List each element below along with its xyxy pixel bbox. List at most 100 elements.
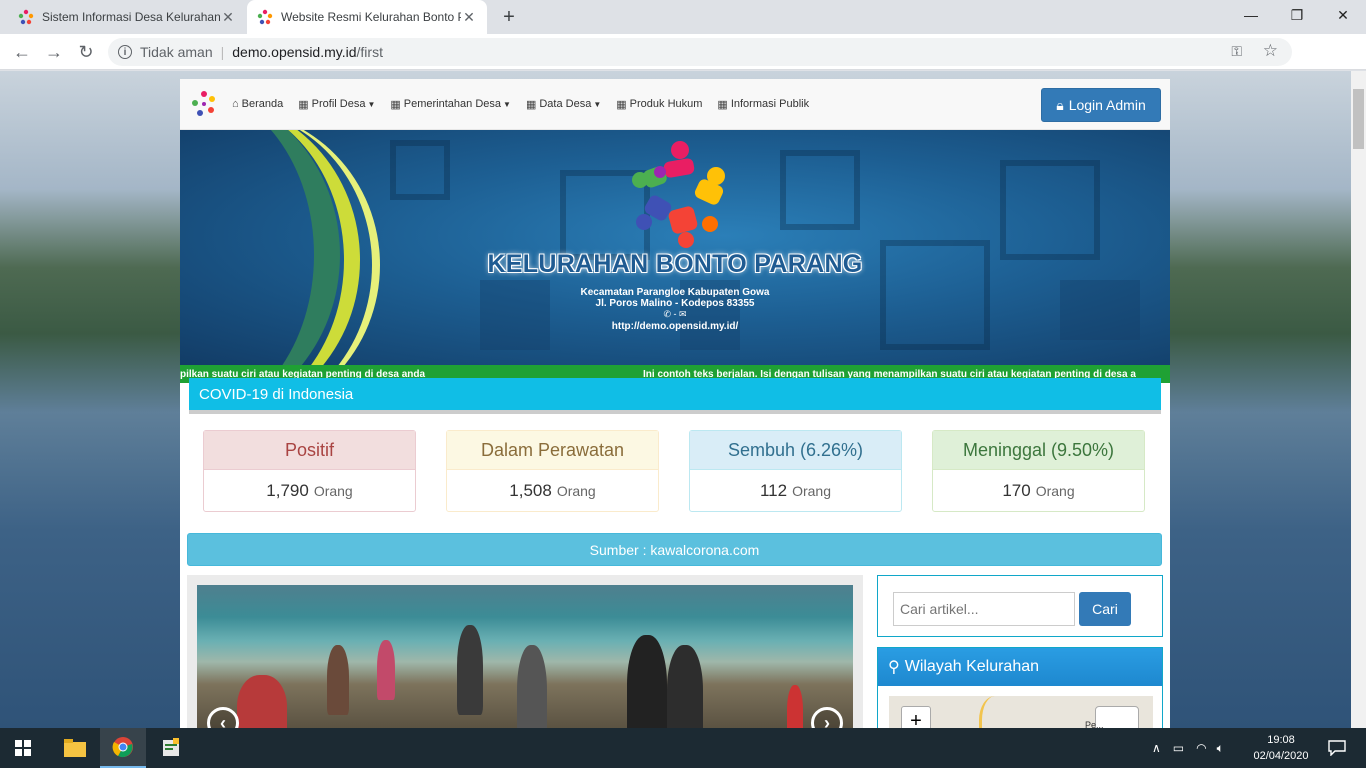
covid-card-meninggal: Meninggal (9.50%) 170 Orang: [932, 430, 1145, 512]
url-host: demo.opensid.my.id: [232, 44, 357, 60]
village-title: KELURAHAN BONTO PARANG: [487, 250, 863, 278]
th-icon: ▦: [390, 98, 401, 111]
login-admin-button[interactable]: 🔒︎ Login Admin: [1041, 88, 1161, 122]
address-bar[interactable]: i Tidak aman | demo.opensid.my.id/first …: [108, 38, 1292, 66]
village-website[interactable]: http://demo.opensid.my.id/: [180, 321, 1170, 332]
home-icon: ⌂: [232, 98, 239, 110]
covid-panel-heading: COVID-19 di Indonesia: [189, 378, 1161, 414]
map-marker-icon: ⚲: [888, 659, 900, 676]
minimize-button[interactable]: —: [1228, 0, 1274, 30]
covid-card-positif: Positif 1,790 Orang: [203, 430, 416, 512]
photo-figure: [327, 645, 349, 715]
photo-figure: [627, 635, 667, 728]
nav-beranda[interactable]: ⌂ Beranda: [232, 98, 283, 111]
battery-icon[interactable]: ▭: [1173, 741, 1184, 755]
page-container: ⌂ Beranda ▦ Profil Desa ▼ ▦ Pemerintahan Des…: [180, 79, 1170, 728]
photo-figure: [377, 640, 395, 700]
card-unit: Orang: [1035, 483, 1075, 499]
forward-arrow-icon[interactable]: →: [42, 40, 66, 64]
volume-icon[interactable]: 🔈︎: [1217, 741, 1224, 756]
search-button[interactable]: Cari: [1079, 592, 1131, 626]
login-label: Login Admin: [1068, 97, 1146, 113]
village-map[interactable]: + Pe...: [889, 696, 1153, 728]
key-icon[interactable]: ⚿: [1231, 43, 1242, 60]
nav-label: Informasi Publik: [730, 98, 810, 110]
nav-label: Profil Desa: [311, 98, 366, 110]
photo-figure: [787, 685, 803, 728]
card-value: 1,790: [266, 481, 309, 500]
info-icon[interactable]: i: [118, 45, 132, 59]
security-label: Tidak aman: [140, 44, 213, 60]
close-tab-icon[interactable]: ✕: [461, 9, 477, 26]
close-window-button[interactable]: ✕: [1320, 0, 1366, 30]
notepad-app-icon[interactable]: [148, 728, 194, 768]
slide-prev-arrow-icon[interactable]: ‹: [207, 707, 239, 728]
card-value: 170: [1002, 481, 1031, 500]
village-logo-icon: [630, 138, 732, 250]
restore-button[interactable]: ❐: [1274, 0, 1320, 30]
covid-title: COVID-19 di Indonesia: [199, 385, 354, 403]
nav-produk-hukum[interactable]: ▦ Produk Hukum: [616, 98, 702, 111]
page-scrollbar[interactable]: [1351, 71, 1366, 728]
tab-title: Website Resmi Kelurahan Bonto Parang: [281, 10, 461, 24]
scrollbar-thumb[interactable]: [1353, 89, 1364, 149]
address-separator: |: [220, 44, 225, 60]
bookmark-star-icon[interactable]: ☆: [1263, 41, 1278, 61]
slide-next-arrow-icon[interactable]: ›: [811, 707, 843, 728]
reload-icon[interactable]: ↻: [74, 40, 98, 64]
site-logo-icon[interactable]: [190, 90, 218, 118]
photo-figure: [457, 625, 483, 715]
map-place-label: Pe...: [1085, 720, 1104, 728]
new-tab-button[interactable]: +: [498, 6, 520, 29]
photo-figure: [517, 645, 547, 728]
browser-tab-sid[interactable]: Sistem Informasi Desa Kelurahan ✕: [8, 0, 246, 34]
village-address: Jl. Poros Malino - Kodepos 83355: [595, 298, 755, 309]
card-unit: Orang: [313, 483, 353, 499]
beach-photo-slide: ‹ ›: [197, 585, 853, 728]
page-viewport: ⌂ Beranda ▦ Profil Desa ▼ ▦ Pemerintahan Des…: [0, 71, 1366, 728]
wilayah-widget: ⚲ Wilayah Kelurahan + Pe...: [877, 647, 1163, 728]
chrome-taskbar-icon[interactable]: [100, 728, 146, 768]
card-value: 112: [759, 481, 788, 500]
caret-down-icon: ▼: [367, 99, 376, 109]
caret-down-icon: ▼: [503, 99, 511, 109]
clock-date: 02/04/2020: [1253, 750, 1309, 762]
clock-time: 19:08: [1267, 734, 1295, 746]
search-input[interactable]: [893, 592, 1075, 626]
banner-deco: [1000, 160, 1100, 260]
notification-icon[interactable]: [1314, 728, 1360, 768]
card-label: Meninggal (9.50%): [933, 431, 1144, 470]
chevron-up-icon[interactable]: ∧: [1152, 741, 1161, 755]
back-arrow-icon[interactable]: ←: [10, 40, 34, 64]
th-icon: ▦: [616, 98, 627, 111]
windows-start-icon[interactable]: [0, 728, 46, 768]
source-label: Sumber : kawalcorona.com: [589, 541, 760, 558]
opensid-favicon-icon: [18, 9, 34, 25]
map-zoom-in-button[interactable]: +: [901, 706, 931, 728]
lock-icon: 🔒︎: [1056, 96, 1064, 113]
wilayah-heading: ⚲ Wilayah Kelurahan: [878, 648, 1162, 686]
opensid-favicon-icon: [257, 9, 273, 25]
nav-data-desa[interactable]: ▦ Data Desa ▼: [526, 98, 601, 111]
wilayah-title: Wilayah Kelurahan: [904, 658, 1040, 675]
browser-tab-website[interactable]: Website Resmi Kelurahan Bonto Parang ✕: [247, 0, 487, 34]
nav-label: Produk Hukum: [629, 98, 703, 110]
browser-toolbar: ← → ↻ i Tidak aman | demo.opensid.my.id /…: [0, 34, 1366, 97]
covid-source-bar[interactable]: Sumber : kawalcorona.com: [187, 533, 1162, 566]
nav-informasi-publik[interactable]: ▦ Informasi Publik: [717, 98, 809, 111]
main-menu: ⌂ Beranda ▦ Profil Desa ▼ ▦ Pemerintahan Des…: [232, 98, 824, 111]
nav-profil-desa[interactable]: ▦ Profil Desa ▼: [298, 98, 375, 111]
th-icon: ▦: [525, 98, 537, 111]
card-label: Sembuh (6.26%): [690, 431, 901, 470]
caret-down-icon: ▼: [593, 99, 602, 109]
village-district: Kecamatan Parangloe Kabupaten Gowa: [580, 287, 770, 298]
file-explorer-icon[interactable]: [52, 728, 98, 768]
nav-label: Pemerintahan Desa: [403, 98, 502, 110]
map-road: [979, 696, 1019, 728]
taskbar-clock[interactable]: 19:08 02/04/2020: [1246, 732, 1316, 764]
nav-pemerintahan-desa[interactable]: ▦ Pemerintahan Desa ▼: [390, 98, 511, 111]
photo-figure: [667, 645, 703, 728]
url-path: /first: [356, 44, 383, 60]
wifi-icon[interactable]: ◠: [1196, 741, 1206, 755]
close-tab-icon[interactable]: ✕: [220, 9, 236, 26]
